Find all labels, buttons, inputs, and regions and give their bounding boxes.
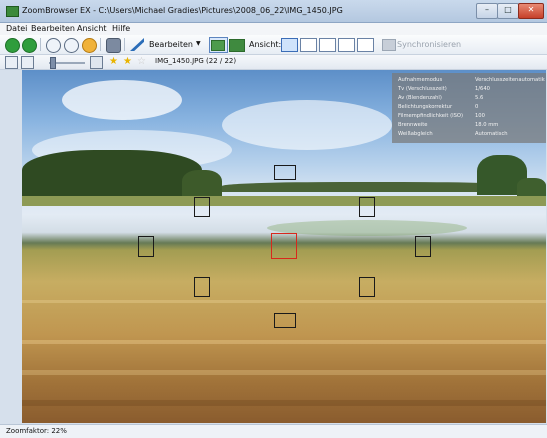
toolbar-divider [100,38,101,51]
minimize-icon: – [485,5,489,14]
close-icon: ✕ [527,5,535,14]
zoom-out-icon[interactable] [64,38,79,53]
menu-datei[interactable]: Datei [6,24,27,33]
secondary-toolbar: ★ ★ ☆ IMG_1450.JPG (22 / 22) [0,55,547,70]
info-row: Brennweite 18.0 mm [398,122,499,128]
toolbar-divider [124,38,125,51]
zoom-in-icon[interactable] [46,38,61,53]
menu-ansicht[interactable]: Ansicht [77,24,107,33]
wheat-highlight [22,340,546,344]
af-point [138,236,154,257]
shooting-info-panel: Aufnahmemodus Verschlusszeitenautomatik T… [392,73,546,143]
wheat-shadow [22,400,546,406]
af-point-active [271,233,297,259]
af-point [194,277,210,297]
sync-button[interactable]: Synchronisieren [397,40,461,49]
maximize-button[interactable]: □ [497,3,519,19]
field-horizon [22,196,546,206]
fit-to-window-icon[interactable] [82,38,97,53]
status-bar: Zoomfaktor: 22% [0,424,547,438]
info-row: Belichtungskorrektur 0 [398,104,479,110]
title-bar: ZoomBrowser EX - C:\Users\Michael Gradie… [0,0,547,23]
app-icon [6,6,19,17]
treeline-left [182,170,222,198]
edit-icon[interactable] [130,38,144,51]
info-row: Weißabgleich Automatisch [398,131,508,137]
forward-icon[interactable] [22,38,37,53]
menu-bar: Datei Bearbeiten Ansicht Hilfe [0,23,547,35]
wheat-highlight [22,300,546,303]
af-point [415,236,431,257]
main-toolbar: Bearbeiten ▼ Ansicht: Synchronisieren [0,35,547,55]
edit-dropdown-chevron-down-icon[interactable]: ▼ [196,40,201,47]
window-title: ZoomBrowser EX - C:\Users\Michael Gradie… [22,6,343,15]
thumbnail-icon[interactable] [90,56,103,69]
view-grid-button[interactable] [357,38,374,52]
menu-bearbeiten[interactable]: Bearbeiten [31,24,75,33]
slideshow-icon[interactable] [229,39,245,52]
rating-star-icon[interactable]: ★ [109,56,118,67]
sky-cloud [222,100,392,150]
fullscreen-icon[interactable] [5,56,18,69]
view-split-2-button[interactable] [319,38,336,52]
back-icon[interactable] [5,38,20,53]
af-point [274,165,296,180]
close-button[interactable]: ✕ [518,3,544,19]
treeline-left [22,150,202,200]
info-row: Tv (Verschlusszeit) 1/640 [398,86,490,92]
af-point [359,197,375,217]
print-icon[interactable] [106,38,121,53]
af-point [359,277,375,297]
af-point [274,313,296,328]
view-label: Ansicht: [249,40,282,49]
image-filename-counter: IMG_1450.JPG (22 / 22) [155,57,237,65]
sync-icon [382,39,396,51]
info-row: Aufnahmemodus Verschlusszeitenautomatik [398,77,545,83]
wheat-highlight [22,370,546,375]
treeline-right [517,178,546,196]
edit-button[interactable]: Bearbeiten [149,40,193,49]
minimize-button[interactable]: – [476,3,498,19]
rating-star-icon[interactable]: ★ [123,56,132,67]
view-horizontal-button[interactable] [300,38,317,52]
compare-images-icon [211,40,225,51]
view-single-button[interactable] [281,38,298,52]
sky-cloud [62,80,182,120]
zoombrowser-window: ZoomBrowser EX - C:\Users\Michael Gradie… [0,0,547,438]
actual-size-icon[interactable] [21,56,34,69]
zoom-slider-handle[interactable] [50,57,56,69]
af-point [194,197,210,217]
zoom-factor-status: Zoomfaktor: 22% [6,427,67,435]
view-split-3-button[interactable] [338,38,355,52]
field-track [267,220,467,236]
info-row: Filmempfindlichkeit (ISO) 100 [398,113,485,119]
menu-hilfe[interactable]: Hilfe [112,24,130,33]
toolbar-divider [40,38,41,51]
maximize-icon: □ [504,5,512,14]
rating-star-empty-icon[interactable]: ☆ [137,56,146,67]
info-row: Av (Blendenzahl) 5.6 [398,95,484,101]
